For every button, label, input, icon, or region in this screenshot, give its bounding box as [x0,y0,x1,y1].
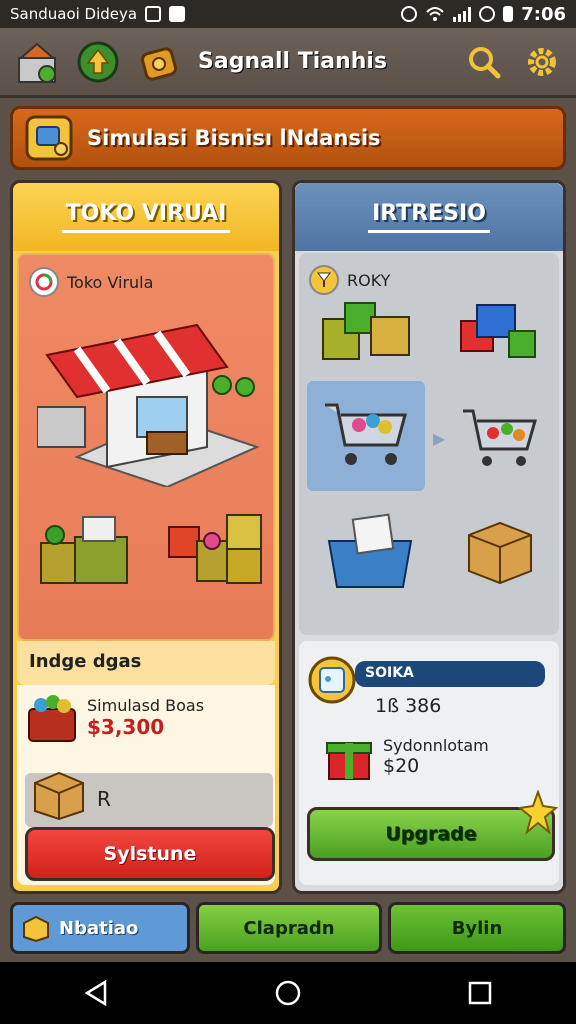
status-left-text: Sanduaoi Dideya [10,5,138,23]
signal-icon [453,6,472,22]
crate-icon [23,915,49,943]
arrow-right-icon: ▶ [433,429,446,448]
shop-label: Toko Virula [29,267,153,297]
alarm-icon [401,6,418,22]
screenshot-icon [145,6,162,22]
right-panel-header: IRTRESIO [295,183,563,251]
right-stats-area: SOIKA 1ß 386 Sydonnlotam $20 Upgrade [299,641,559,885]
slot-text: R [97,787,111,811]
chart-badge-icon [29,267,59,297]
tab-nbatiao[interactable]: Nbatiao [10,902,190,954]
gift-item-name: Sydonnlotam [383,735,489,755]
system-nav-bar [0,962,576,1024]
upgrade-arrow-button[interactable] [76,40,120,84]
colored-blocks-icon[interactable] [459,301,543,365]
stat-label: SOIKA [355,661,545,687]
upgrade-button[interactable]: Upgrade [307,790,558,861]
left-panel-title: TOKO VIRUAI [61,201,231,233]
star-sparkle-icon [518,790,558,835]
battery-icon [503,6,514,22]
right-panel-title: IRTRESIO [368,201,490,233]
basket-icon [28,695,76,742]
shop-label-text: Toko Virula [67,272,154,292]
app-bar: Sagnall Tianhis [0,28,576,98]
app-title: Sagnall Tianhis [198,49,388,74]
storefront-illustration [37,323,260,487]
home-icon [275,980,301,1006]
selected-cart-slot[interactable] [307,381,425,491]
inventory-label: ROKY [309,265,390,295]
shop-scene[interactable]: Toko Virula [17,253,275,641]
green-crates-icon[interactable] [321,297,413,367]
gift-icon [326,742,372,780]
recents-icon [468,981,492,1005]
crate-slot[interactable]: R [25,771,273,827]
wifi-icon [426,7,444,21]
product-crates-right [168,514,262,584]
inventory-panel: IRTRESIO ROKY ▶ SOIKA 1ß 386 Sydonnlotam… [292,180,566,894]
back-button[interactable] [76,973,116,1013]
title-banner: Simulasi Bisnisı lNdansis [10,106,566,170]
shopping-cart-icon [325,403,407,465]
home-button[interactable] [268,973,308,1013]
recents-button[interactable] [460,973,500,1013]
produce-cart-icon[interactable] [459,403,539,473]
product-crates-left [40,516,128,584]
notification-icon [169,6,186,22]
shop-logo-icon[interactable] [12,37,62,87]
tab-clapradn[interactable]: Clapradn [196,902,382,954]
gift-item-row[interactable]: Sydonnlotam $20 [325,731,489,781]
bottom-tabs: Nbatiao Clapradn Bylin [10,902,566,954]
cardboard-box-icon[interactable] [465,515,535,585]
inventory-grid: ROKY ▶ [299,253,559,635]
search-icon [469,46,501,78]
tab-nbatiao-label: Nbatiao [59,917,139,939]
gift-item-price: $20 [383,754,420,777]
report-badge-icon[interactable] [307,655,357,705]
inventory-label-text: ROKY [347,270,391,290]
status-bar: Sanduaoi Dideya 7:06 [0,0,576,28]
upgrade-button-label: Upgrade [385,823,477,845]
settings-button[interactable] [520,40,564,84]
tab-bylin[interactable]: Bylin [388,902,566,954]
status-time: 7:06 [521,3,566,25]
left-panel-header: TOKO VIRUAI [13,183,279,251]
goblet-icon [309,265,339,295]
search-button[interactable] [462,40,506,84]
info-strip: Indge dgas [17,641,275,685]
item-name: Simulasd Boas [87,695,205,715]
blue-bin-icon[interactable] [325,511,415,591]
left-item-area: Simulasd Boas $3,300 R Sylstune [17,685,275,885]
coin-bag-icon[interactable] [134,37,184,87]
item-row[interactable]: Simulasd Boas $3,300 [27,691,204,743]
cardboard-box-icon [34,771,84,821]
stat-value: 1ß 386 [375,695,442,717]
sync-icon [479,6,496,22]
back-icon [84,980,107,1006]
sylstune-button[interactable]: Sylstune [25,827,275,881]
gear-icon [528,47,556,76]
item-price: $3,300 [87,714,165,739]
cash-register-icon [25,115,73,161]
virtual-shop-panel: TOKO VIRUAI Toko Virula Indge dgas Simul… [10,180,282,894]
banner-title: Simulasi Bisnisı lNdansis [87,126,381,150]
